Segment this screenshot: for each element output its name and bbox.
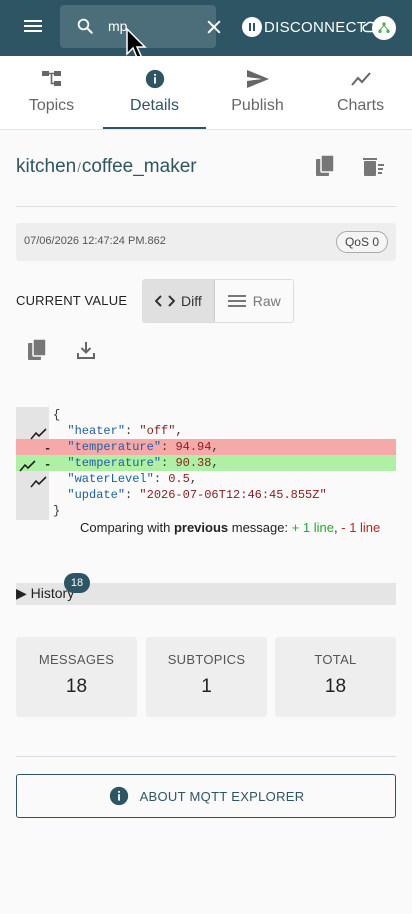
tab-label: Details: [130, 97, 179, 114]
about-button[interactable]: ABOUT MQTT EXPLORER: [16, 774, 396, 818]
diff-button[interactable]: Diff: [143, 280, 215, 322]
tab-topics[interactable]: Topics: [0, 56, 103, 130]
tab-details[interactable]: Details: [103, 56, 206, 130]
chart-icon: [350, 68, 372, 90]
qos-badge: QoS 0: [335, 231, 388, 253]
stat-messages: MESSAGES 18: [16, 637, 137, 717]
topic-path: kitchen/coffee_maker: [16, 156, 197, 178]
info-icon: [144, 68, 166, 90]
about-label: ABOUT MQTT EXPLORER: [139, 788, 305, 804]
stat-subtopics: SUBTOPICS 1: [146, 637, 267, 717]
message-timestamp: 07/06/2026 12:47:24 PM.862: [24, 235, 166, 247]
raw-label: Raw: [252, 293, 281, 309]
message-meta: 07/06/2026 12:47:24 PM.862 QoS 0: [16, 223, 396, 261]
topic-separator: /: [77, 160, 81, 175]
copy-icon[interactable]: [315, 154, 337, 178]
topics-icon: [41, 68, 63, 90]
topic-segment[interactable]: coffee_maker: [82, 156, 197, 177]
avatar[interactable]: [372, 16, 396, 40]
diff-line: "waterLevel": 0.5,: [67, 472, 198, 486]
diff-label: Diff: [181, 293, 202, 309]
tab-indicator: [103, 127, 206, 129]
diff-line: "heater": "off",: [67, 424, 183, 438]
close-icon[interactable]: [204, 17, 224, 37]
tab-publish[interactable]: Publish: [206, 56, 309, 130]
menu-icon[interactable]: [24, 17, 52, 39]
delete-sweep-icon[interactable]: [362, 156, 386, 178]
chart-icon[interactable]: [19, 460, 37, 472]
divider: [16, 756, 396, 757]
info-icon: [109, 786, 128, 806]
app-bar: DISCONNECT: [0, 0, 412, 62]
current-value-label: CURRENT VALUE: [16, 293, 128, 308]
search-input[interactable]: [108, 16, 188, 36]
tab-bar: Topics Details Publish Charts: [0, 56, 412, 130]
stat-total: TOTAL 18: [275, 637, 396, 717]
topic-segment[interactable]: kitchen: [16, 156, 76, 177]
diff-line-added: "temperature": 90.38,: [16, 455, 396, 471]
diff-view: { "heater": "off", "temperature": 94.94,…: [16, 407, 396, 520]
chart-icon[interactable]: [30, 428, 48, 440]
diff-line: }: [53, 504, 61, 518]
minus-marker: -: [44, 458, 52, 472]
chart-icon[interactable]: [30, 476, 48, 488]
lines-icon: [227, 295, 246, 307]
tab-label: Charts: [336, 97, 385, 114]
code-icon: [155, 295, 175, 307]
diff-summary: Comparing with previous message: + 1 lin…: [80, 520, 381, 535]
diff-line: "update": "2026-07-06T12:46:45.855Z": [67, 488, 327, 502]
send-icon: [246, 68, 270, 90]
view-mode-toggle: Diff Raw: [142, 279, 294, 323]
download-icon[interactable]: [76, 340, 96, 360]
history-count-badge: 18: [64, 573, 90, 593]
diff-line: {: [53, 408, 61, 422]
tab-label: Publish: [231, 97, 284, 114]
copy-icon[interactable]: [27, 338, 49, 362]
logo-icon: [378, 22, 390, 33]
added-count: + 1 line: [291, 520, 335, 535]
minus-marker: -: [44, 442, 52, 456]
divider: [16, 206, 396, 207]
diff-line-removed: "temperature": 94.94,: [16, 439, 396, 455]
search-icon: [77, 18, 93, 34]
removed-count: - 1 line: [341, 520, 381, 535]
pause-icon: [242, 17, 262, 37]
raw-button[interactable]: Raw: [214, 280, 293, 322]
tab-charts[interactable]: Charts: [309, 56, 412, 130]
tab-label: Topics: [28, 97, 75, 114]
disconnect-label: DISCONNECT: [264, 18, 367, 36]
disconnect-button[interactable]: DISCONNECT: [242, 14, 366, 40]
